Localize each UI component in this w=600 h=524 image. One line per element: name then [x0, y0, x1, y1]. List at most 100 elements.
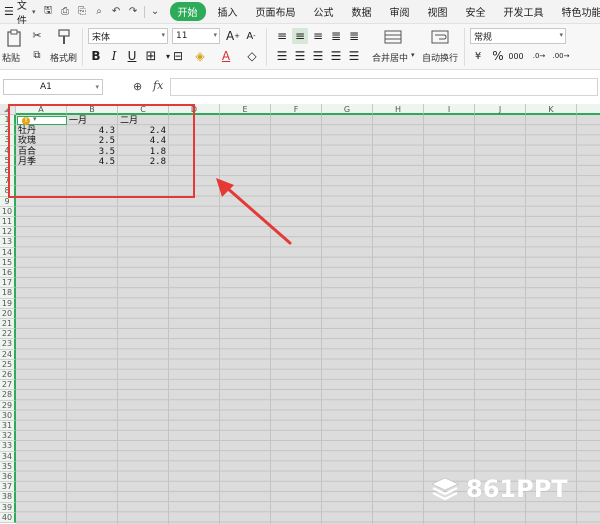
- row-header-5[interactable]: 5: [0, 155, 16, 166]
- row-header-21[interactable]: 21: [0, 319, 16, 330]
- value-cell[interactable]: 2.8: [120, 157, 166, 167]
- row-header-26[interactable]: 26: [0, 370, 16, 381]
- increase-decimal-icon[interactable]: .0→: [530, 48, 548, 64]
- justify-icon[interactable]: ☰: [328, 48, 344, 64]
- column-header-g[interactable]: G: [322, 104, 373, 115]
- row-header-15[interactable]: 15: [0, 257, 16, 268]
- tab-security[interactable]: 安全: [466, 4, 486, 19]
- row-header-22[interactable]: 22: [0, 329, 16, 340]
- chevron-down-icon[interactable]: ▾: [411, 51, 415, 59]
- redo-icon[interactable]: ↷: [125, 3, 142, 20]
- formula-input[interactable]: [170, 78, 598, 96]
- column-header-a[interactable]: A: [16, 104, 67, 115]
- header-cell[interactable]: 二月: [120, 116, 167, 126]
- row-header-37[interactable]: 37: [0, 482, 16, 493]
- decrease-decimal-icon[interactable]: .00→: [552, 48, 570, 64]
- row-header-36[interactable]: 36: [0, 472, 16, 483]
- paste-icon[interactable]: [4, 28, 24, 48]
- column-header-e[interactable]: E: [220, 104, 271, 115]
- value-cell[interactable]: 2.5: [69, 136, 115, 146]
- row-header-27[interactable]: 27: [0, 380, 16, 391]
- row-header-6[interactable]: 6: [0, 166, 16, 177]
- row-header-24[interactable]: 24: [0, 349, 16, 360]
- row-label-cell[interactable]: 玫瑰: [18, 136, 64, 146]
- tab-review[interactable]: 审阅: [390, 4, 410, 19]
- row-label-cell[interactable]: 牡丹: [18, 126, 64, 136]
- column-header-j[interactable]: J: [475, 104, 526, 115]
- fill-color-icon[interactable]: ◈: [192, 48, 208, 64]
- chevron-down-icon[interactable]: ▾: [33, 115, 37, 123]
- cut-icon[interactable]: ✂: [30, 28, 44, 42]
- row-header-19[interactable]: 19: [0, 298, 16, 309]
- row-header-10[interactable]: 10: [0, 206, 16, 217]
- font-size-select[interactable]: 11 ▾: [172, 28, 220, 44]
- underline-button[interactable]: U: [124, 48, 140, 64]
- row-header-9[interactable]: 9: [0, 196, 16, 207]
- align-bottom-icon[interactable]: ≡: [310, 28, 326, 44]
- row-header-33[interactable]: 33: [0, 441, 16, 452]
- column-header-d[interactable]: D: [169, 104, 220, 115]
- save-icon[interactable]: 🖫: [40, 3, 57, 20]
- row-label-cell[interactable]: 百合: [18, 147, 64, 157]
- row-label-cell[interactable]: 月季: [18, 157, 64, 167]
- row-header-30[interactable]: 30: [0, 410, 16, 421]
- clear-format-icon[interactable]: ◇: [244, 48, 260, 64]
- fx-icon[interactable]: fx: [153, 79, 163, 92]
- wrap-text-icon[interactable]: [430, 28, 450, 46]
- column-header-i[interactable]: I: [424, 104, 475, 115]
- row-header-23[interactable]: 23: [0, 339, 16, 350]
- align-left-icon[interactable]: ☰: [274, 48, 290, 64]
- warning-icon[interactable]: !: [22, 117, 30, 125]
- value-cell[interactable]: 4.4: [120, 136, 166, 146]
- column-header-c[interactable]: C: [118, 104, 169, 115]
- comma-style-icon[interactable]: 000: [508, 48, 524, 64]
- row-header-31[interactable]: 31: [0, 421, 16, 432]
- value-cell[interactable]: 3.5: [69, 147, 115, 157]
- row-header-40[interactable]: 40: [0, 512, 16, 523]
- column-header-l[interactable]: L: [577, 104, 600, 115]
- row-header-29[interactable]: 29: [0, 400, 16, 411]
- export-icon[interactable]: ⎙: [57, 3, 74, 20]
- row-header-12[interactable]: 12: [0, 227, 16, 238]
- print-icon[interactable]: ⎘: [74, 3, 91, 20]
- row-header-3[interactable]: 3: [0, 135, 16, 146]
- wrap-text-label[interactable]: 自动换行: [422, 51, 458, 64]
- name-box[interactable]: A1 ▾: [3, 79, 103, 95]
- cell-grid[interactable]: [16, 115, 600, 524]
- paste-label[interactable]: 粘贴: [2, 51, 20, 64]
- header-cell[interactable]: 一月: [69, 116, 116, 126]
- row-header-16[interactable]: 16: [0, 268, 16, 279]
- row-header-11[interactable]: 11: [0, 217, 16, 228]
- row-header-25[interactable]: 25: [0, 359, 16, 370]
- font-name-select[interactable]: 宋体 ▾: [88, 28, 168, 44]
- decrease-font-icon[interactable]: A-: [243, 28, 259, 44]
- bold-button[interactable]: B: [88, 48, 104, 64]
- font-color-icon[interactable]: A: [218, 48, 234, 64]
- row-header-34[interactable]: 34: [0, 451, 16, 462]
- borders-icon[interactable]: ⊞: [143, 48, 159, 64]
- row-header-7[interactable]: 7: [0, 176, 16, 187]
- tab-insert[interactable]: 插入: [218, 4, 238, 19]
- tab-home[interactable]: 开始: [169, 2, 206, 21]
- value-cell[interactable]: 2.4: [120, 126, 166, 136]
- more-icon[interactable]: ⌄: [147, 3, 164, 20]
- value-cell[interactable]: 4.5: [69, 157, 115, 167]
- row-header-2[interactable]: 2: [0, 125, 16, 136]
- row-header-38[interactable]: 38: [0, 492, 16, 503]
- row-header-35[interactable]: 35: [0, 461, 16, 472]
- tab-view[interactable]: 视图: [428, 4, 448, 19]
- italic-button[interactable]: I: [106, 48, 122, 64]
- align-middle-icon[interactable]: ≡: [292, 28, 308, 44]
- value-cell[interactable]: 1.8: [120, 147, 166, 157]
- row-header-8[interactable]: 8: [0, 186, 16, 197]
- column-header-b[interactable]: B: [67, 104, 118, 115]
- align-left-short-icon[interactable]: ≣: [328, 28, 344, 44]
- row-header-14[interactable]: 14: [0, 247, 16, 258]
- currency-icon[interactable]: ¥: [470, 48, 486, 64]
- increase-font-icon[interactable]: A +: [225, 28, 241, 44]
- column-header-h[interactable]: H: [373, 104, 424, 115]
- merge-center-icon[interactable]: [383, 28, 403, 46]
- zoom-icon[interactable]: ⊕: [133, 80, 142, 93]
- merge-center-label[interactable]: 合并居中: [372, 51, 408, 64]
- tab-data[interactable]: 数据: [352, 4, 372, 19]
